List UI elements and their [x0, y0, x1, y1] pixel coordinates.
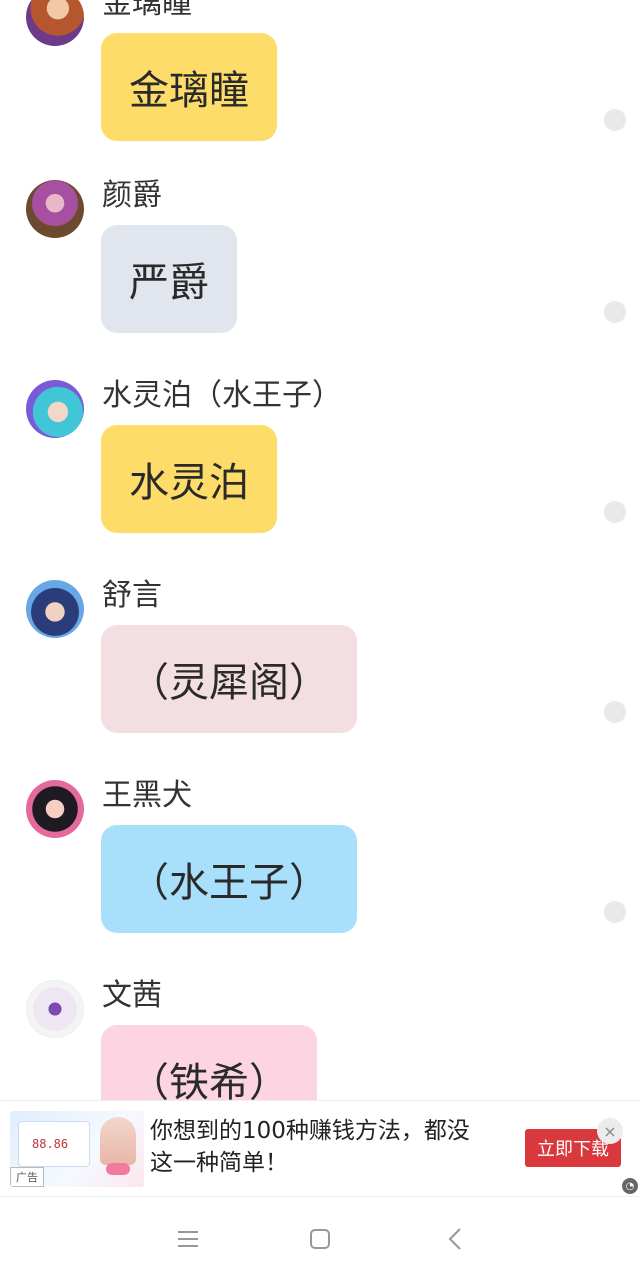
chat-message: 金璃瞳 金璃瞳 — [0, 0, 640, 188]
avatar[interactable] — [26, 780, 84, 838]
read-status-dot — [604, 701, 626, 723]
chat-message-list[interactable]: 金璃瞳 金璃瞳 颜爵 严爵 水灵泊（水王子） 水灵泊 舒言 （灵犀阁） 王黑犬 … — [0, 0, 640, 1100]
message-bubble[interactable]: 金璃瞳 — [101, 33, 277, 141]
chat-message: 王黑犬 （水王子） — [0, 780, 640, 980]
home-square-icon[interactable] — [300, 1219, 340, 1259]
chat-message: 颜爵 严爵 — [0, 180, 640, 380]
ad-banner[interactable]: 88.86 广告 你想到的100种赚钱方法，都没这一种简单！ 立即下载 — [0, 1100, 640, 1197]
avatar[interactable] — [26, 0, 84, 46]
sender-name: 舒言 — [102, 578, 162, 613]
message-bubble[interactable]: （水王子） — [101, 825, 357, 933]
read-status-dot — [604, 301, 626, 323]
back-chevron-icon[interactable] — [435, 1219, 475, 1259]
close-icon[interactable]: × — [597, 1118, 623, 1144]
avatar[interactable] — [26, 180, 84, 238]
ad-image[interactable]: 88.86 广告 — [10, 1111, 144, 1187]
sender-name: 颜爵 — [102, 178, 162, 213]
avatar[interactable] — [26, 980, 84, 1038]
sender-name: 文茜 — [102, 978, 162, 1013]
ad-image-amount: 88.86 — [32, 1137, 69, 1151]
menu-icon[interactable] — [168, 1219, 208, 1259]
ad-text[interactable]: 你想到的100种赚钱方法，都没这一种简单！ — [150, 1115, 490, 1179]
chat-message: 水灵泊（水王子） 水灵泊 — [0, 380, 640, 580]
message-bubble[interactable]: 水灵泊 — [101, 425, 277, 533]
avatar[interactable] — [26, 380, 84, 438]
chat-message: 舒言 （灵犀阁） — [0, 580, 640, 780]
read-status-dot — [604, 501, 626, 523]
read-status-dot — [604, 901, 626, 923]
read-status-dot — [604, 109, 626, 131]
ad-info-icon: ◔ — [622, 1178, 638, 1194]
chat-message: 文茜 （铁希） — [0, 980, 640, 1100]
message-bubble[interactable]: （铁希） — [101, 1025, 317, 1100]
avatar[interactable] — [26, 580, 84, 638]
sender-name: 王黑犬 — [102, 778, 192, 813]
message-bubble[interactable]: （灵犀阁） — [101, 625, 357, 733]
ad-badge: 广告 — [10, 1167, 44, 1187]
system-navigation-bar — [0, 1196, 640, 1281]
message-bubble[interactable]: 严爵 — [101, 225, 237, 333]
sender-name: 水灵泊（水王子） — [102, 378, 342, 413]
sender-name: 金璃瞳 — [102, 0, 192, 21]
